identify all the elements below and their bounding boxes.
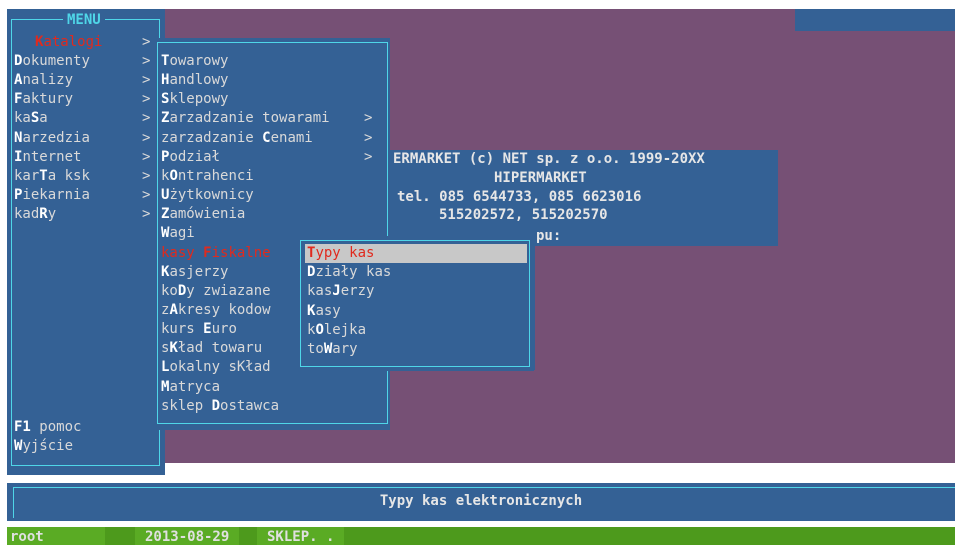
date-field: 2013-08-29 <box>135 527 240 545</box>
status-text: Typy kas elektronicznych <box>379 493 583 509</box>
submenu-arrow-icon: > <box>364 148 373 165</box>
submenu-arrow-icon: > <box>142 205 151 222</box>
katalogi-submenu: Towarowy Handlowy Sklepowy Zarzadzanie towa… <box>155 38 390 430</box>
top-right-bar <box>795 9 955 31</box>
kasy-item[interactable]: kasJerzy <box>307 282 374 301</box>
info-line-3: tel. 085 6544733, 085 6623016 <box>397 189 642 205</box>
katalogi-item[interactable]: sKład towaru <box>161 339 262 358</box>
kasy-submenu: Typy kas Działy kas kasJerzy Kasy kOlejka toW… <box>296 236 534 371</box>
bottom-bar: root 2013-08-29 SKLEP. . <box>7 527 955 545</box>
kasy-item[interactable]: Kasy <box>307 302 341 321</box>
kasy-item[interactable]: Działy kas <box>307 263 391 282</box>
submenu-arrow-icon: > <box>142 91 151 108</box>
katalogi-item[interactable]: koDy zwiazane <box>161 282 271 301</box>
katalogi-item[interactable]: Handlowy <box>161 71 228 90</box>
submenu-arrow-icon: > <box>142 186 151 203</box>
info-line-2: HIPERMARKET <box>494 170 587 186</box>
katalogi-item[interactable]: Matryca <box>161 378 220 397</box>
katalogi-item[interactable]: Zamówienia <box>161 205 245 224</box>
submenu-arrow-icon: > <box>142 110 151 127</box>
katalogi-item[interactable]: zarzadzanie Cenami <box>161 129 313 148</box>
main-menu-item[interactable]: Katalogi <box>35 33 102 52</box>
submenu-arrow-icon: > <box>364 129 373 146</box>
katalogi-item[interactable]: Podział <box>161 148 220 167</box>
main-menu-footer-item[interactable]: F1 pomoc <box>14 418 81 437</box>
submenu-arrow-icon: > <box>142 167 151 184</box>
main-menu-item[interactable]: Faktury <box>14 90 73 109</box>
main-menu-item[interactable]: Internet <box>14 148 81 167</box>
katalogi-item[interactable]: Użytkownicy <box>161 186 254 205</box>
katalogi-item[interactable]: Towarowy <box>161 52 228 71</box>
main-menu-item[interactable]: kaSa <box>14 109 48 128</box>
submenu-arrow-icon: > <box>142 34 151 50</box>
info-line-5: pu: <box>536 228 562 244</box>
kasy-item[interactable]: toWary <box>307 340 358 359</box>
main-menu-footer-item[interactable]: Wyjście <box>14 437 73 456</box>
katalogi-item[interactable]: Sklepowy <box>161 90 228 109</box>
katalogi-item[interactable]: zAkresy kodow <box>161 301 271 320</box>
katalogi-item[interactable]: Kasjerzy <box>161 263 228 282</box>
katalogi-item[interactable]: Zarzadzanie towarami <box>161 109 330 128</box>
main-menu-item[interactable]: Analizy <box>14 71 73 90</box>
kasy-item[interactable]: Typy kas <box>305 244 527 263</box>
shop-field: SKLEP. . <box>257 527 345 545</box>
katalogi-item[interactable]: sklep Dostawca <box>161 397 279 416</box>
main-menu-title: MENU <box>63 12 105 28</box>
info-line-4: 515202572, 515202570 <box>439 207 608 223</box>
katalogi-item[interactable]: kurs Euro <box>161 320 237 339</box>
katalogi-item[interactable]: Lokalny sKład <box>161 358 271 377</box>
submenu-arrow-icon: > <box>142 148 151 165</box>
main-menu-item[interactable]: Narzedzia <box>14 129 90 148</box>
kasy-item[interactable]: kOlejka <box>307 321 366 340</box>
main-menu-item[interactable]: karTa ksk <box>14 167 90 186</box>
main-menu-item[interactable]: Piekarnia <box>14 186 90 205</box>
katalogi-item[interactable]: kasy Fiskalne <box>161 244 271 263</box>
info-line-1: ERMARKET (c) NET sp. z o.o. 1999-20XX <box>393 151 705 167</box>
submenu-arrow-icon: > <box>364 110 373 127</box>
user-field: root <box>7 527 105 545</box>
katalogi-item[interactable]: Wagi <box>161 224 195 243</box>
main-menu: MENU Katalogi > Dokumenty > Analizy > Faktury >… <box>7 9 165 475</box>
submenu-arrow-icon: > <box>142 72 151 89</box>
submenu-arrow-icon: > <box>142 129 151 146</box>
submenu-arrow-icon: > <box>142 53 151 70</box>
katalogi-item[interactable]: kOntrahenci <box>161 167 254 186</box>
main-menu-item[interactable]: kadRy <box>14 205 56 224</box>
main-menu-item[interactable]: Dokumenty <box>14 52 90 71</box>
